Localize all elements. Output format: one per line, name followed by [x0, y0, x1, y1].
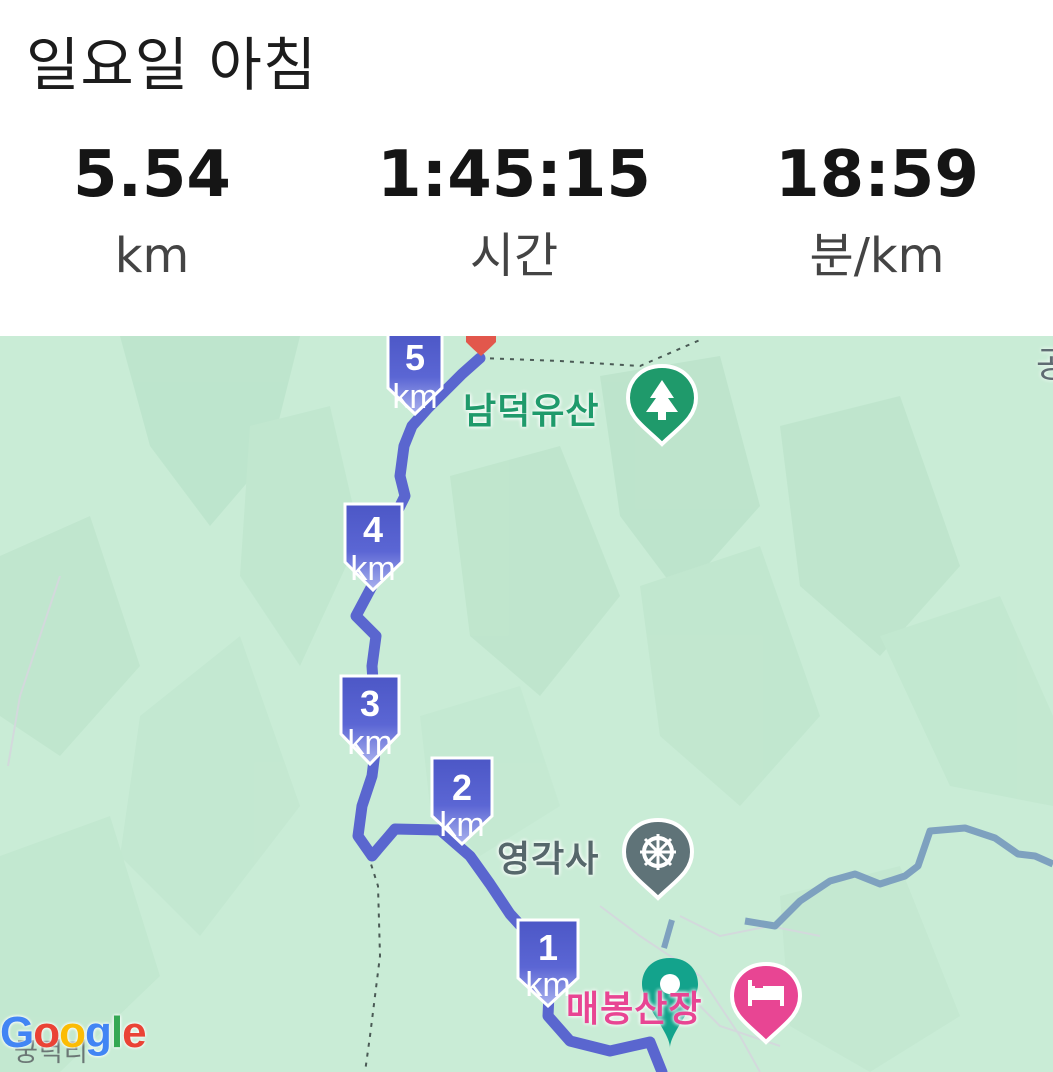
km-marker-3-unit: km — [347, 724, 392, 762]
edge-place-label: 공 — [1036, 336, 1053, 388]
distance-stat: 5.54 km — [2, 136, 302, 286]
route-map[interactable]: 5 km 4 km 3 km 2 km 1 km 남덕유산 영각사 매봉산장 공… — [0, 336, 1053, 1072]
distance-unit: km — [114, 228, 190, 284]
activity-header: 일요일 아침 5.54 km 1:45:15 시간 18:59 분/km — [0, 0, 1053, 336]
time-value: 1:45:15 — [377, 138, 651, 212]
km-marker-4-unit: km — [350, 550, 395, 588]
time-unit: 시간 — [469, 228, 559, 284]
place-label-namdeokyusan[interactable]: 남덕유산 — [463, 382, 599, 434]
map-canvas: 5 km 4 km 3 km 2 km 1 km — [0, 336, 1053, 1072]
distance-value: 5.54 — [73, 138, 231, 212]
km-marker-1-unit: km — [525, 966, 570, 1004]
pace-stat: 18:59 분/km — [727, 136, 1027, 286]
google-logo: Google — [0, 1008, 147, 1057]
km-marker-1-num: 1 — [538, 927, 558, 968]
place-label-yeonggaksa[interactable]: 영각사 — [497, 830, 599, 882]
pace-unit: 분/km — [809, 228, 945, 284]
km-marker-4-num: 4 — [363, 509, 383, 550]
finish-marker — [466, 336, 496, 356]
activity-title: 일요일 아침 — [26, 31, 318, 99]
place-label-maebong-sanjang[interactable]: 매봉산장 — [566, 980, 702, 1032]
km-marker-2-num: 2 — [452, 767, 472, 808]
bed-icon — [729, 961, 803, 1045]
km-marker-5-num: 5 — [405, 337, 425, 378]
km-marker-2-unit: km — [439, 806, 484, 844]
pace-value: 18:59 — [775, 138, 979, 212]
km-marker-3-num: 3 — [360, 683, 380, 724]
km-marker-5-unit: km — [392, 378, 437, 416]
dharma-wheel-icon — [621, 817, 695, 901]
time-stat: 1:45:15 시간 — [364, 136, 664, 286]
